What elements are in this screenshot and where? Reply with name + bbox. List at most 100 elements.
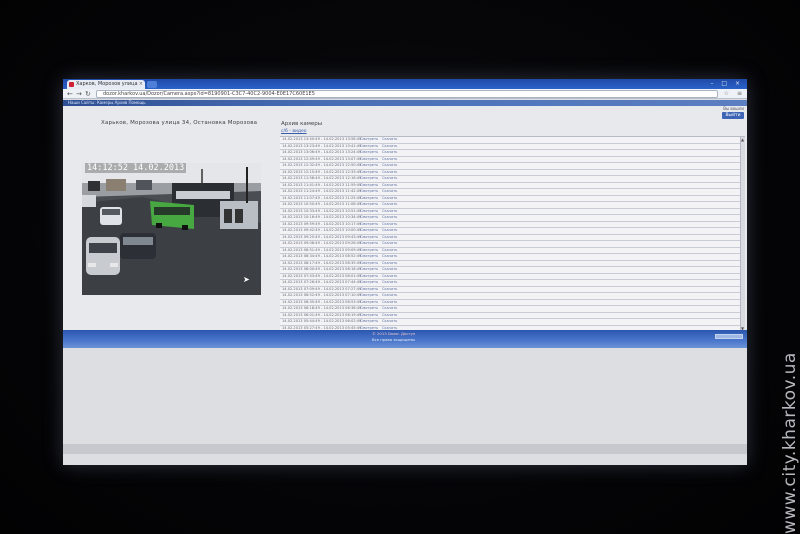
archive-view-link[interactable]: Смотреть [360, 137, 378, 143]
archive-time-range: 14.02.2013 06:35:49 - 14.02.2013 06:53:4… [282, 299, 362, 304]
archive-view-link[interactable]: Смотреть [360, 189, 378, 195]
archive-time-range: 14.02.2013 07:43:49 - 14.02.2013 08:01:4… [282, 273, 362, 278]
archive-download-link[interactable]: Скачать [382, 137, 397, 143]
archive-time-range: 14.02.2013 06:18:49 - 14.02.2013 06:36:4… [282, 306, 362, 310]
archive-download-link[interactable]: Скачать [382, 183, 397, 189]
camera-view[interactable]: 14:12:52 14.02.2013 ➤ [82, 163, 261, 295]
archive-time-range: 14.02.2013 05:44:49 - 14.02.2013 06:02:4… [282, 319, 362, 323]
star-icon[interactable]: ☆ [724, 90, 729, 97]
archive-download-link[interactable]: Скачать [382, 267, 397, 273]
archive-time-range: 14.02.2013 11:41:49 - 14.02.2013 11:59:4… [282, 182, 362, 187]
archive-view-link[interactable]: Смотреть [360, 274, 378, 280]
archive-view-link[interactable]: Смотреть [360, 300, 378, 306]
archive-view-link[interactable]: Смотреть [360, 163, 378, 169]
archive-view-link[interactable]: Смотреть [360, 241, 378, 247]
camera-title: Харьков, Морозова улица 34, Остановка Мо… [101, 120, 258, 126]
archive-time-range: 14.02.2013 07:09:49 - 14.02.2013 07:27:4… [282, 286, 362, 291]
watermark-text: www.city.kharkov.ua [780, 352, 800, 534]
archive-download-link[interactable]: Скачать [382, 241, 397, 247]
archive-scrollbar[interactable]: ▲ ▼ [740, 137, 745, 330]
archive-view-link[interactable]: Смотреть [360, 235, 378, 241]
archive-time-range: 14.02.2013 12:15:49 - 14.02.2013 12:33:4… [282, 169, 362, 174]
new-tab-button[interactable] [147, 81, 157, 88]
archive-download-link[interactable]: Скачать [382, 228, 397, 234]
archive-download-link[interactable]: Скачать [382, 157, 397, 163]
archive-view-link[interactable]: Смотреть [360, 150, 378, 156]
archive-download-link[interactable]: Скачать [382, 215, 397, 221]
archive-link[interactable]: с/6 - видео [281, 129, 307, 134]
tab-title: Харков, Морозов улица [76, 81, 138, 87]
archive-download-link[interactable]: Скачать [382, 293, 397, 299]
scroll-up-icon[interactable]: ▲ [741, 137, 744, 142]
archive-download-link[interactable]: Скачать [382, 280, 397, 286]
archive-view-link[interactable]: Смотреть [360, 209, 378, 215]
archive-download-link[interactable]: Скачать [382, 287, 397, 293]
browser-tab-strip: Харков, Морозов улица × – □ × [63, 79, 747, 89]
archive-time-range: 14.02.2013 09:08:49 - 14.02.2013 09:26:4… [282, 241, 362, 245]
page-content: Харьков, Морозова улица 34, Остановка Мо… [63, 106, 747, 330]
archive-view-link[interactable]: Смотреть [360, 215, 378, 221]
archive-download-link[interactable]: Скачать [382, 248, 397, 254]
archive-download-link[interactable]: Скачать [382, 319, 397, 325]
archive-view-link[interactable]: Смотреть [360, 196, 378, 202]
archive-view-link[interactable]: Смотреть [360, 202, 378, 208]
archive-download-link[interactable]: Скачать [382, 254, 397, 260]
archive-time-range: 14.02.2013 11:07:49 - 14.02.2013 11:25:4… [282, 195, 362, 200]
archive-download-link[interactable]: Скачать [382, 202, 397, 208]
window-controls[interactable]: – □ × [710, 80, 743, 87]
archive-view-link[interactable]: Смотреть [360, 176, 378, 182]
archive-view-link[interactable]: Смотреть [360, 254, 378, 260]
archive-download-link[interactable]: Скачать [382, 170, 397, 176]
archive-view-link[interactable]: Смотреть [360, 313, 378, 319]
archive-download-link[interactable]: Скачать [382, 150, 397, 156]
reload-icon[interactable]: ↻ [85, 90, 91, 98]
archive-download-link[interactable]: Скачать [382, 274, 397, 280]
archive-time-range: 14.02.2013 06:52:49 - 14.02.2013 07:10:4… [282, 293, 362, 297]
exit-button[interactable]: Выйти [722, 112, 744, 119]
archive-download-link[interactable]: Скачать [382, 176, 397, 182]
archive-download-link[interactable]: Скачать [382, 222, 397, 228]
archive-download-link[interactable]: Скачать [382, 189, 397, 195]
archive-download-link[interactable]: Скачать [382, 163, 397, 169]
archive-time-range: 14.02.2013 12:32:49 - 14.02.2013 12:50:4… [282, 163, 362, 167]
archive-time-range: 14.02.2013 08:34:49 - 14.02.2013 08:52:4… [282, 254, 362, 258]
archive-view-link[interactable]: Смотреть [360, 170, 378, 176]
archive-view-link[interactable]: Смотреть [360, 267, 378, 273]
archive-download-link[interactable]: Скачать [382, 306, 397, 312]
archive-view-link[interactable]: Смотреть [360, 228, 378, 234]
archive-view-link[interactable]: Смотреть [360, 293, 378, 299]
forward-arrow-icon[interactable]: → [76, 90, 82, 98]
archive-download-link[interactable]: Скачать [382, 235, 397, 241]
archive-view-link[interactable]: Смотреть [360, 222, 378, 228]
archive-time-range: 14.02.2013 09:42:49 - 14.02.2013 10:00:4… [282, 228, 362, 232]
archive-view-link[interactable]: Смотреть [360, 157, 378, 163]
archive-time-range: 14.02.2013 13:40:49 - 14.02.2013 13:58:4… [282, 137, 362, 141]
archive-download-link[interactable]: Скачать [382, 300, 397, 306]
archive-view-link[interactable]: Смотреть [360, 183, 378, 189]
archive-view-link[interactable]: Смотреть [360, 261, 378, 267]
archive-download-link[interactable]: Скачать [382, 144, 397, 150]
archive-view-link[interactable]: Смотреть [360, 319, 378, 325]
archive-time-range: 14.02.2013 08:17:49 - 14.02.2013 08:35:4… [282, 260, 362, 265]
archive-view-link[interactable]: Смотреть [360, 280, 378, 286]
bottom-strip [63, 444, 747, 454]
archive-view-link[interactable]: Смотреть [360, 144, 378, 150]
back-arrow-icon[interactable]: ← [67, 90, 73, 98]
archive-download-link[interactable]: Скачать [382, 261, 397, 267]
footer-field[interactable] [715, 334, 743, 339]
archive-download-link[interactable]: Скачать [382, 209, 397, 215]
archive-time-range: 14.02.2013 10:16:49 - 14.02.2013 10:34:4… [282, 215, 362, 219]
address-bar[interactable]: dozor.kharkov.ua/Dozor/Camera.aspx?id=81… [96, 90, 718, 98]
favicon-icon [69, 82, 74, 87]
archive-view-link[interactable]: Смотреть [360, 287, 378, 293]
close-icon[interactable]: × [139, 80, 143, 89]
archive-time-range: 14.02.2013 09:25:49 - 14.02.2013 09:43:4… [282, 234, 362, 239]
browser-tab[interactable]: Харков, Морозов улица × [67, 80, 145, 89]
archive-time-range: 14.02.2013 13:06:49 - 14.02.2013 13:24:4… [282, 150, 362, 154]
archive-download-link[interactable]: Скачать [382, 313, 397, 319]
wrench-icon[interactable]: ≡ [737, 90, 742, 97]
site-nav-links[interactable]: Наши Сайты: Камеры Архив Помощь [68, 100, 146, 105]
archive-view-link[interactable]: Смотреть [360, 248, 378, 254]
archive-download-link[interactable]: Скачать [382, 196, 397, 202]
archive-view-link[interactable]: Смотреть [360, 306, 378, 312]
